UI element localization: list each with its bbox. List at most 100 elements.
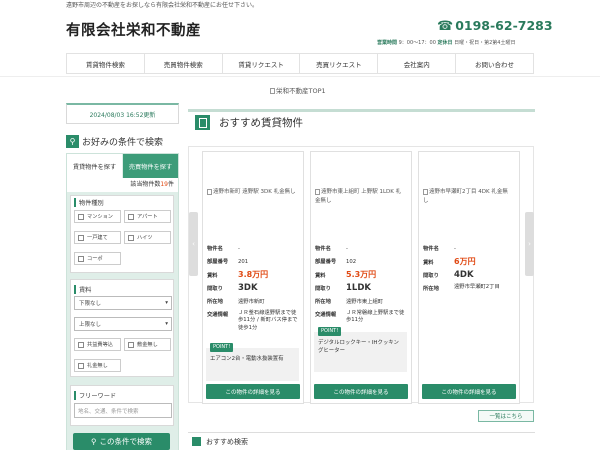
checkbox-icon [128, 341, 134, 348]
value-layout: 3DK [238, 283, 258, 293]
image-icon [423, 188, 428, 195]
tab-rent[interactable]: 賃貸物件を探す [67, 154, 122, 178]
rent-max-select[interactable]: 上限なし ▾ [74, 317, 172, 331]
image-icon [207, 188, 212, 195]
value-room: 102 [346, 259, 357, 265]
tab-sale[interactable]: 売買物件を探す [123, 154, 178, 178]
label-name: 物件名 [315, 246, 331, 252]
value-name: - [454, 246, 456, 252]
label-layout: 間取り [207, 286, 223, 292]
rent-section: 賃料 下限なし ▾ 上限なし ▾ 共益費等込 敷金無し 礼金無し [70, 279, 174, 377]
count-value: 19 [160, 181, 168, 188]
rent-label: 賃料 [74, 285, 91, 294]
update-date: 2024/08/03 16:52更新 [66, 103, 179, 124]
type-checkbox-apartment[interactable]: アパート [124, 210, 171, 223]
property-image[interactable]: 遠野市早瀬町2丁目 4DK 礼金無し [423, 188, 513, 205]
detail-button[interactable]: この物件の詳細を見る [314, 384, 408, 399]
value-address: 遠野市早瀬町2丁目 [454, 284, 500, 290]
property-image-alt: 遠野市新町 遠野駅 3DK 礼金無し [213, 189, 296, 195]
checkbox-icon [78, 213, 84, 220]
nav-item-sale-search[interactable]: 売買物件検索 [145, 54, 223, 73]
freeword-input[interactable]: 地名、交通、条件で検索 [74, 403, 172, 418]
checkbox-icon [78, 255, 84, 262]
hours-value: 9：00～17：00 [398, 40, 436, 46]
label-layout: 間取り [423, 273, 439, 279]
value-name: - [346, 246, 348, 252]
checkbox-icon [78, 341, 84, 348]
value-layout: 1LDK [346, 283, 371, 293]
site-logo[interactable]: 有限会社栄和不動産 [66, 19, 201, 40]
value-name: - [238, 246, 240, 252]
property-image[interactable]: 遠野市新町 遠野駅 3DK 礼金無し [207, 188, 297, 197]
value-rent: 5.3万円 [346, 270, 377, 279]
phone-text: 0198-62-7283 [455, 18, 553, 33]
nav-item-rent-search[interactable]: 賃貸物件検索 [66, 54, 145, 73]
label-room: 部屋番号 [315, 259, 337, 265]
list-more-button[interactable]: 一覧はこちら [478, 410, 534, 422]
nav-item-contact[interactable]: お問い合わせ [456, 54, 534, 73]
type-checkbox-house[interactable]: 一戸建て [74, 231, 121, 244]
value-layout: 4DK [454, 270, 474, 280]
type-label-house: 一戸建て [87, 235, 108, 241]
nav-item-rent-request[interactable]: 賃貸リクエスト [223, 54, 301, 73]
detail-button[interactable]: この物件の詳細を見る [422, 384, 516, 399]
property-card[interactable]: 遠野市東上組町 上野駅 1LDK 礼金無し 物件名 - 部屋番号 102 賃料 5.3… [310, 151, 412, 404]
recommend-search-text: おすすめ検索 [206, 437, 248, 446]
type-checkbox-heights[interactable]: ハイツ [124, 231, 171, 244]
carousel-prev-button[interactable]: ‹ [189, 212, 198, 276]
chevron-down-icon: ▾ [165, 321, 168, 327]
value-address: 遠野市新町 [238, 299, 265, 305]
label-room: 部屋番号 [207, 259, 229, 265]
option-checkbox-common-fee[interactable]: 共益費等込 [74, 338, 121, 351]
property-card[interactable]: 遠野市早瀬町2丁目 4DK 礼金無し 物件名 - 賃料 6万円 間取り 4DK 所在地… [418, 151, 520, 404]
freeword-label: フリーワード [74, 391, 116, 400]
option-label-common-fee: 共益費等込 [87, 342, 113, 348]
label-address: 所在地 [207, 299, 223, 305]
property-card[interactable]: 遠野市新町 遠野駅 3DK 礼金無し 物件名 - 部屋番号 201 賃料 3.8万円 … [202, 151, 304, 404]
search-heading: ⚲ お好みの条件で検索 [66, 134, 179, 148]
top-banner-image[interactable]: 栄和不動産TOP1 [270, 85, 326, 95]
freeword-section: フリーワード 地名、交通、条件で検索 [70, 385, 174, 426]
type-label-mansion: マンション [87, 214, 113, 220]
checkbox-icon [78, 234, 84, 241]
value-rent: 6万円 [454, 257, 476, 266]
count-label: 該当物件数 [130, 181, 161, 188]
option-label-no-deposit: 敷金無し [137, 342, 158, 348]
nav-item-company[interactable]: 会社案内 [378, 54, 457, 73]
option-checkbox-no-key-money[interactable]: 礼金無し [74, 359, 121, 372]
point-box: POINT! エアコン2台・電動水抜装置有 [206, 343, 299, 381]
type-label-corpo: コーポ [87, 256, 103, 262]
search-button-label: この条件で検索 [99, 437, 153, 446]
page: 遠野市周辺の不動産をお探しなら有限会社栄和不動産にお任せ下さい。 有限会社栄和不… [0, 0, 600, 450]
label-rent: 賃料 [423, 260, 434, 266]
checkbox-icon [128, 213, 134, 220]
label-address: 所在地 [315, 299, 331, 305]
rent-min-select[interactable]: 下限なし ▾ [74, 296, 172, 310]
phone-icon: ☎ [437, 19, 454, 34]
option-checkbox-no-deposit[interactable]: 敷金無し [124, 338, 171, 351]
nav-item-sale-request[interactable]: 売買リクエスト [300, 54, 379, 73]
type-checkbox-corpo[interactable]: コーポ [74, 252, 121, 265]
recommend-search-heading: おすすめ検索 [188, 432, 535, 450]
chevron-down-icon: ▾ [165, 300, 168, 306]
image-icon [315, 188, 320, 195]
checkbox-icon [78, 362, 84, 369]
label-name: 物件名 [207, 246, 223, 252]
option-label-no-key-money: 礼金無し [87, 363, 108, 369]
result-count: 該当物件数19件 [67, 178, 178, 192]
search-icon: ⚲ [91, 437, 97, 446]
rent-min-value: 下限なし [79, 301, 102, 307]
phone-number[interactable]: ☎ 0198-62-7283 [437, 18, 553, 34]
value-access: ＪＲ常磐線上野駅まで徒歩11分 [346, 310, 405, 324]
type-checkbox-mansion[interactable]: マンション [74, 210, 121, 223]
type-section: 物件種別 マンション アパート 一戸建て ハイツ コーポ [70, 195, 174, 273]
label-access: 交通情報 [315, 312, 337, 318]
carousel-next-button[interactable]: › [525, 212, 534, 276]
label-name: 物件名 [423, 246, 439, 252]
search-button[interactable]: ⚲ この条件で検索 [73, 433, 170, 450]
property-image[interactable]: 遠野市東上組町 上野駅 1LDK 礼金無し [315, 188, 405, 205]
property-image-alt: 遠野市東上組町 上野駅 1LDK 礼金無し [315, 189, 402, 204]
label-rent: 賃料 [207, 273, 218, 279]
detail-button[interactable]: この物件の詳細を見る [206, 384, 300, 399]
type-label-heights: ハイツ [137, 235, 153, 241]
